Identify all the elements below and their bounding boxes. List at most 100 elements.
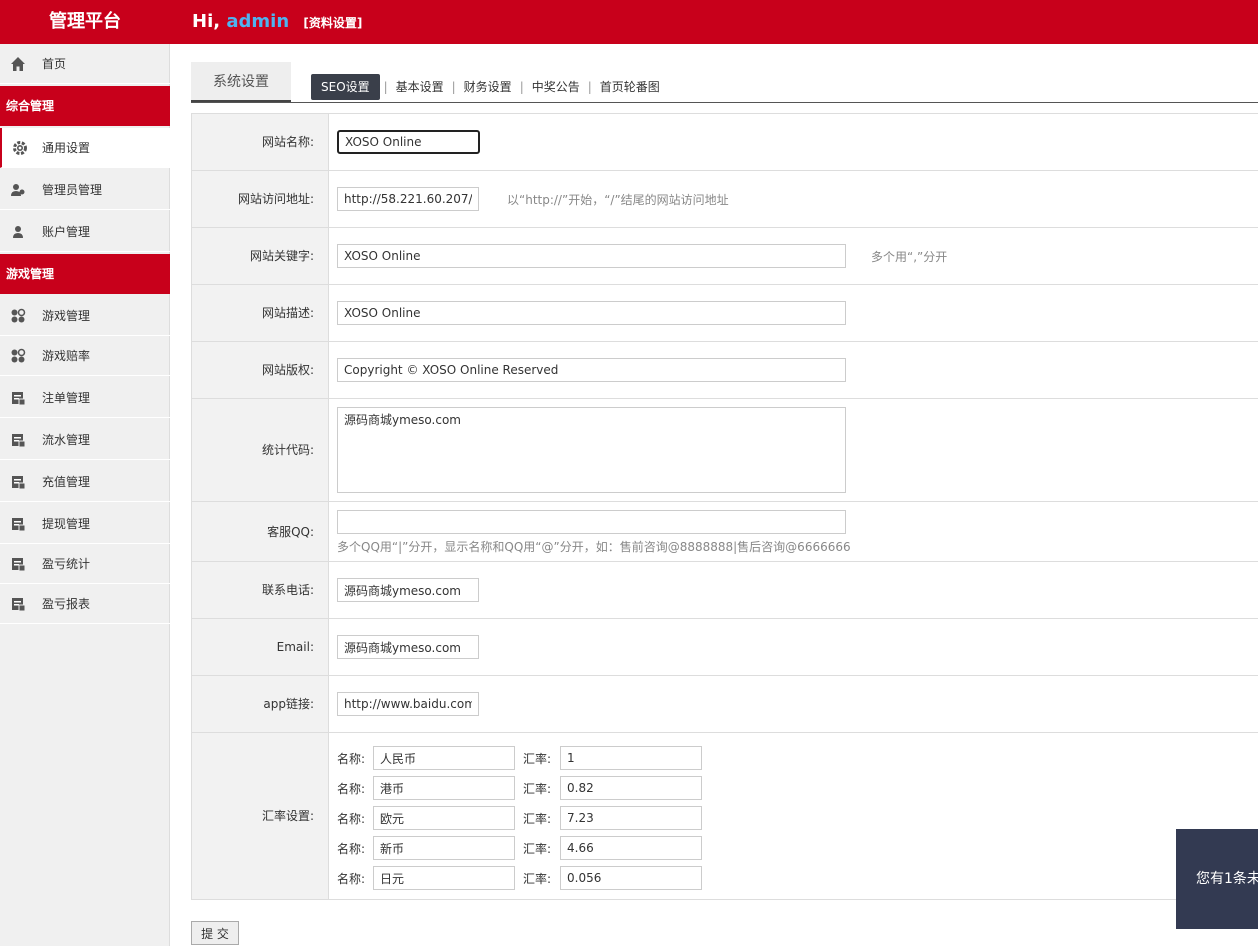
sidebar-group-general: 综合管理 <box>0 86 170 126</box>
rate-value-input[interactable] <box>560 746 702 770</box>
site-url-label: 网站访问地址: <box>192 171 329 227</box>
form-row-email: Email: <box>191 619 1258 676</box>
sidebar-item-profit-report[interactable]: 盈亏报表 <box>0 584 170 624</box>
doc-icon <box>10 390 26 406</box>
keywords-label: 网站关键字: <box>192 228 329 284</box>
rate-name-input[interactable] <box>373 836 515 860</box>
rate-name-label: 名称: <box>337 842 366 856</box>
greeting: Hi, admin [资料设置] <box>192 0 362 44</box>
rate-value-label: 汇率: <box>523 782 552 796</box>
rate-value-label: 汇率: <box>523 752 552 766</box>
submit-button[interactable]: 提 交 <box>191 921 239 945</box>
sidebar-item-label: 通用设置 <box>42 141 91 155</box>
sidebar-item-label: 游戏管理 <box>42 309 91 323</box>
doc-icon <box>10 432 26 448</box>
sidebar-item-bet-management[interactable]: 注单管理 <box>0 378 170 418</box>
copyright-label: 网站版权: <box>192 342 329 398</box>
keywords-hint: 多个用“,”分开 <box>871 250 948 264</box>
tab-finance[interactable]: 财务设置 <box>452 74 522 100</box>
site-url-hint: 以“http://”开始，“/”结尾的网站访问地址 <box>507 193 729 207</box>
sub-tabs: SEO设置 基本设置 财务设置 中奖公告 首页轮番图 <box>311 74 670 102</box>
tab-home-carousel[interactable]: 首页轮番图 <box>588 74 670 100</box>
tab-basic[interactable]: 基本设置 <box>384 74 454 100</box>
keywords-input[interactable] <box>337 244 846 268</box>
rate-name-label: 名称: <box>337 752 366 766</box>
sidebar-item-label: 账户管理 <box>42 225 91 239</box>
sidebar-item-home[interactable]: 首页 <box>0 44 170 84</box>
email-label: Email: <box>192 619 329 675</box>
rate-value-label: 汇率: <box>523 842 552 856</box>
form-row-site-name: 网站名称: <box>191 114 1258 171</box>
form-row-service-qq: 客服QQ: 多个QQ用“|”分开，显示名称和QQ用“@”分开，如：售前咨询@88… <box>191 502 1258 562</box>
sidebar-group-games: 游戏管理 <box>0 254 170 294</box>
sidebar-item-recharge-management[interactable]: 充值管理 <box>0 462 170 502</box>
top-header: 管理平台 Hi, admin [资料设置] <box>0 0 1258 44</box>
service-qq-input[interactable] <box>337 510 846 534</box>
sidebar-item-account-management[interactable]: 账户管理 <box>0 212 170 252</box>
rate-name-label: 名称: <box>337 812 366 826</box>
doc-icon <box>10 474 26 490</box>
app-link-label: app链接: <box>192 676 329 732</box>
description-input[interactable] <box>337 301 846 325</box>
sidebar-item-withdraw-management[interactable]: 提现管理 <box>0 504 170 544</box>
rate-name-input[interactable] <box>373 776 515 800</box>
username[interactable]: admin <box>226 11 289 32</box>
rate-value-label: 汇率: <box>523 812 552 826</box>
site-name-input[interactable] <box>337 130 480 154</box>
exchange-rates-label: 汇率设置: <box>192 733 329 899</box>
rate-name-input[interactable] <box>373 866 515 890</box>
sidebar: 首页 综合管理 通用设置 管理员管理 账户管理 游戏管理 游戏管理 游戏赔率 注… <box>0 44 170 946</box>
rate-name-label: 名称: <box>337 872 366 886</box>
sidebar-item-flow-management[interactable]: 流水管理 <box>0 420 170 460</box>
sidebar-item-label: 流水管理 <box>42 433 91 447</box>
form-row-stats-code: 统计代码: 源码商城ymeso.com <box>191 399 1258 502</box>
sidebar-item-label: 盈亏报表 <box>42 597 91 611</box>
sidebar-item-general-settings[interactable]: 通用设置 <box>0 128 170 168</box>
app-link-input[interactable] <box>337 692 479 716</box>
sidebar-item-label: 游戏赔率 <box>42 349 91 363</box>
sidebar-item-label: 提现管理 <box>42 517 91 531</box>
rate-name-input[interactable] <box>373 806 515 830</box>
sidebar-item-admin-management[interactable]: 管理员管理 <box>0 170 170 210</box>
copyright-input[interactable] <box>337 358 846 382</box>
rate-value-label: 汇率: <box>523 872 552 886</box>
sidebar-item-game-management[interactable]: 游戏管理 <box>0 296 170 336</box>
rate-value-input[interactable] <box>560 806 702 830</box>
greeting-hi: Hi, <box>192 11 221 32</box>
rate-value-input[interactable] <box>560 836 702 860</box>
doc-icon <box>10 516 26 532</box>
sidebar-item-label: 注单管理 <box>42 391 91 405</box>
site-name-label: 网站名称: <box>192 114 329 170</box>
sidebar-item-game-odds[interactable]: 游戏赔率 <box>0 336 170 376</box>
home-icon <box>10 56 26 72</box>
tab-system-settings[interactable]: 系统设置 <box>191 62 291 102</box>
grid-icon <box>10 348 26 364</box>
brand-title: 管理平台 <box>49 11 121 32</box>
sidebar-item-label: 充值管理 <box>42 475 91 489</box>
profile-settings-link[interactable]: [资料设置] <box>303 16 362 30</box>
user-icon <box>10 224 26 240</box>
rate-name-input[interactable] <box>373 746 515 770</box>
form-row-site-url: 网站访问地址: 以“http://”开始，“/”结尾的网站访问地址 <box>191 171 1258 228</box>
rate-value-input[interactable] <box>560 866 702 890</box>
form-row-keywords: 网站关键字: 多个用“,”分开 <box>191 228 1258 285</box>
gear-icon <box>12 140 28 156</box>
service-qq-label: 客服QQ: <box>192 502 329 561</box>
phone-input[interactable] <box>337 578 479 602</box>
notification-popup[interactable]: 您有1条未 <box>1176 829 1258 929</box>
tab-winning-notice[interactable]: 中奖公告 <box>520 74 590 100</box>
form-row-app-link: app链接: <box>191 676 1258 733</box>
stats-code-textarea[interactable]: 源码商城ymeso.com <box>337 407 846 493</box>
seo-settings-form: 网站名称: 网站访问地址: 以“http://”开始，“/”结尾的网站访问地址 … <box>191 113 1258 900</box>
sidebar-item-label: 盈亏统计 <box>42 557 91 571</box>
doc-icon <box>10 556 26 572</box>
settings-tabs: 系统设置 SEO设置 基本设置 财务设置 中奖公告 首页轮番图 <box>191 62 1258 103</box>
site-url-input[interactable] <box>337 187 479 211</box>
description-label: 网站描述: <box>192 285 329 341</box>
sidebar-item-profit-stats[interactable]: 盈亏统计 <box>0 544 170 584</box>
rate-value-input[interactable] <box>560 776 702 800</box>
form-row-copyright: 网站版权: <box>191 342 1258 399</box>
tab-seo[interactable]: SEO设置 <box>311 74 380 100</box>
email-input[interactable] <box>337 635 479 659</box>
user-group-icon <box>10 182 26 198</box>
